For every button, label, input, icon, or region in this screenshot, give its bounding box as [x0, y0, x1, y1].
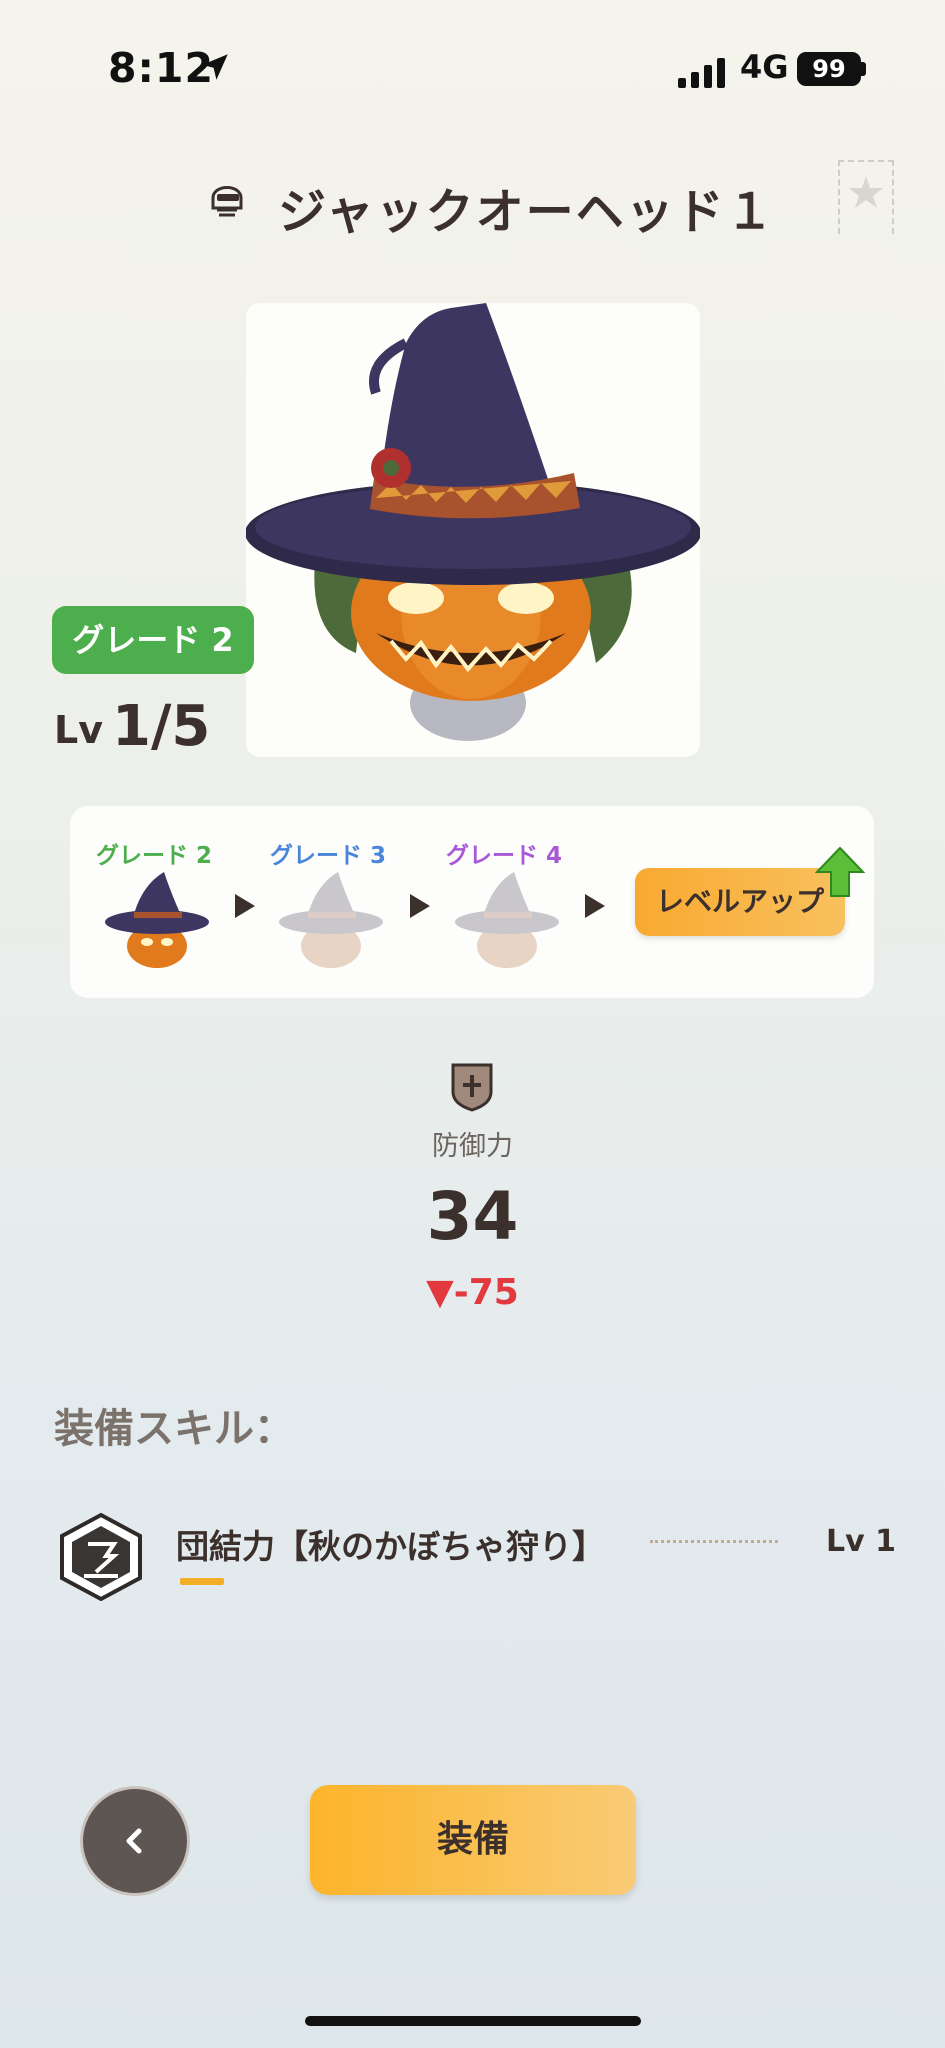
stage-label-grade-2: グレード 2 — [96, 843, 213, 869]
stage-label-grade-4: グレード 4 — [446, 843, 563, 869]
favorite-button[interactable] — [838, 160, 894, 234]
battery-indicator: 99 — [797, 52, 861, 86]
stat-value: 34 — [426, 1178, 519, 1255]
stage-image-grade-2 — [102, 866, 212, 976]
level-value: 1/5 — [112, 694, 211, 759]
stage-image-grade-3 — [276, 866, 386, 976]
dotted-leader — [650, 1540, 778, 1543]
pumpkin-hat-thumbnail-icon — [105, 872, 209, 968]
pumpkin-hat-thumbnail-icon — [455, 872, 559, 968]
cellular-signal-icon — [678, 58, 725, 88]
page-title: ジャックオーヘッド１ — [278, 184, 776, 240]
grade-upgrade-card: グレード 2 グレード 3 グレード 4 レベルアップ — [70, 806, 874, 998]
home-indicator[interactable] — [305, 2016, 641, 2026]
skill-level: Lv 1 — [826, 1524, 896, 1559]
equip-button[interactable]: 装備 — [310, 1785, 636, 1895]
star-icon — [849, 176, 883, 208]
level-up-button[interactable]: レベルアップ — [635, 868, 845, 936]
grade-badge: グレード 2 — [52, 606, 254, 674]
pumpkin-hat-thumbnail-icon — [279, 872, 383, 968]
network-type: 4G — [740, 48, 789, 86]
back-button[interactable] — [80, 1786, 190, 1896]
up-arrow-icon — [815, 846, 865, 897]
stage-image-grade-4 — [452, 866, 562, 976]
skill-hexagon-icon — [60, 1512, 142, 1602]
chevron-left-icon — [126, 1828, 142, 1854]
arrow-right-icon — [235, 894, 255, 918]
battery-cap — [861, 62, 866, 76]
stat-change: ▼-75 — [426, 1272, 519, 1313]
level-prefix: Lv — [54, 708, 103, 752]
location-arrow-icon — [202, 54, 228, 80]
arrow-right-icon — [410, 894, 430, 918]
stat-label: 防御力 — [432, 1131, 513, 1162]
shield-icon — [451, 1063, 493, 1112]
helmet-icon — [211, 186, 243, 217]
item-image — [246, 303, 700, 757]
skill-name[interactable]: 団結力【秋のかぼちゃ狩り】 — [176, 1520, 605, 1568]
skill-underline — [180, 1578, 224, 1585]
pumpkin-witch-hat-image — [246, 303, 700, 741]
skills-heading: 装備スキル： — [54, 1406, 294, 1452]
stage-label-grade-3: グレード 3 — [270, 843, 387, 869]
arrow-right-icon — [585, 894, 605, 918]
